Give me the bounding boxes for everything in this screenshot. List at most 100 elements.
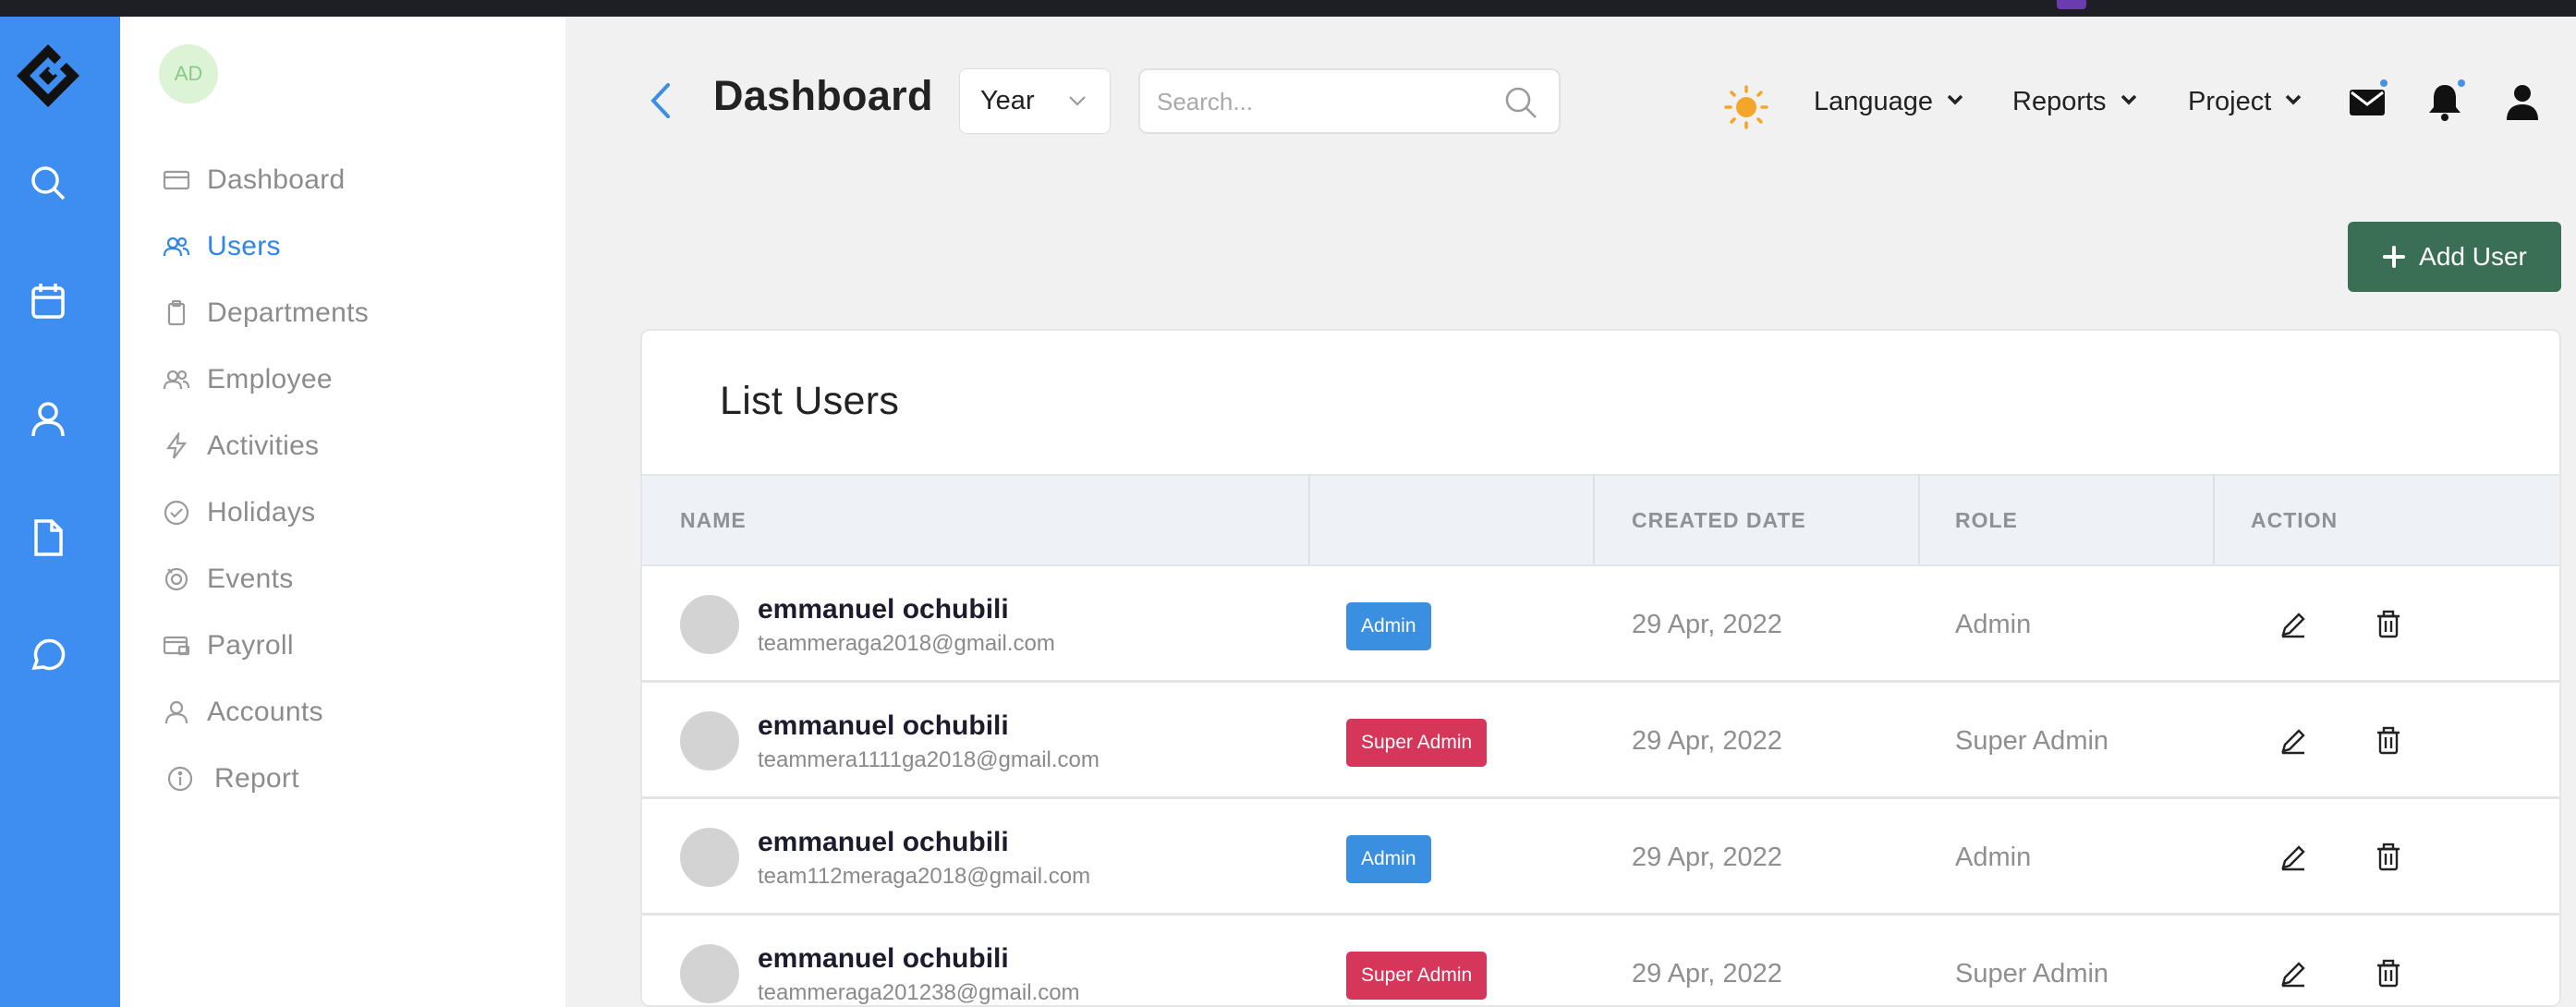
card-title: List Users — [720, 379, 900, 423]
column-divider — [1308, 476, 1310, 564]
sidebar-item-label: Dashboard — [207, 164, 346, 195]
sidebar-item-payroll[interactable]: Payroll — [161, 620, 549, 672]
user-role: Super Admin — [1955, 959, 2109, 989]
icon-rail — [0, 17, 120, 1007]
edit-icon[interactable] — [2278, 609, 2309, 640]
trash-icon[interactable] — [2373, 725, 2404, 757]
mail-icon[interactable] — [2347, 79, 2388, 122]
chevron-down-icon — [1946, 93, 1964, 111]
role-badge: Admin — [1346, 602, 1431, 650]
users-icon — [161, 231, 192, 262]
language-menu[interactable]: Language — [1814, 81, 1964, 122]
user-email: teammera1111ga2018@gmail.com — [758, 747, 1100, 772]
chevron-down-icon — [2120, 93, 2138, 111]
award-icon — [161, 564, 192, 595]
user-icon[interactable] — [27, 398, 69, 441]
created-date: 29 Apr, 2022 — [1632, 726, 1782, 756]
file-icon[interactable] — [27, 516, 69, 559]
logo-icon[interactable] — [13, 41, 83, 111]
column-divider — [2213, 476, 2215, 564]
role-badge: Super Admin — [1346, 952, 1488, 1000]
user-role: Super Admin — [1955, 726, 2109, 756]
users-icon — [161, 364, 192, 395]
sidebar-item-label: Users — [207, 231, 281, 261]
project-menu-label: Project — [2188, 86, 2272, 116]
page-title: Dashboard — [713, 72, 933, 119]
sidebar-item-users[interactable]: Users — [161, 221, 549, 273]
sidebar-item-dashboard[interactable]: Dashboard — [161, 154, 549, 206]
avatar[interactable]: AD — [159, 44, 218, 103]
table-row: emmanuel ochubili teammeraga201238@gmail… — [642, 916, 2559, 1005]
language-menu-label: Language — [1814, 86, 1934, 116]
trash-icon[interactable] — [2373, 609, 2404, 640]
sidebar-item-activities[interactable]: Activities — [161, 420, 549, 472]
user-avatar — [680, 711, 739, 770]
sidebar-item-label: Employee — [207, 364, 333, 394]
column-header-action: ACTION — [2251, 507, 2339, 532]
user-name: emmanuel ochubili — [758, 943, 1009, 974]
add-user-button[interactable]: Add User — [2348, 222, 2561, 292]
zap-icon — [161, 431, 192, 462]
reports-menu-label: Reports — [2012, 86, 2107, 116]
mail-notification-dot — [2380, 79, 2388, 87]
users-card: List Users NAME CREATED DATE ROLE ACTION… — [640, 329, 2561, 1007]
user-email: teammeraga201238@gmail.com — [758, 980, 1080, 1005]
user-icon — [161, 697, 192, 728]
sidebar-item-accounts[interactable]: Accounts — [161, 686, 549, 738]
back-chevron-icon[interactable] — [642, 78, 679, 124]
column-header-created-date: CREATED DATE — [1632, 507, 1806, 532]
user-name: emmanuel ochubili — [758, 827, 1009, 857]
edit-icon[interactable] — [2278, 725, 2309, 757]
user-name: emmanuel ochubili — [758, 594, 1009, 625]
column-divider — [1593, 476, 1595, 564]
sidebar-item-report[interactable]: Report — [161, 753, 549, 805]
sidebar-item-label: Holidays — [207, 497, 316, 528]
role-badge: Admin — [1346, 835, 1431, 883]
table-row: emmanuel ochubili teammera1111ga2018@gma… — [642, 683, 2559, 799]
sidebar-item-departments[interactable]: Departments — [161, 287, 549, 339]
edit-icon[interactable] — [2278, 842, 2309, 873]
notification-pill — [2057, 0, 2086, 9]
chevron-down-icon — [2284, 93, 2303, 111]
sidebar-item-label: Report — [214, 763, 299, 794]
credit-card-icon — [161, 630, 192, 661]
period-select-value: Year — [980, 86, 1035, 115]
search-icon[interactable] — [27, 162, 69, 204]
card-icon — [161, 164, 192, 196]
user-name: emmanuel ochubili — [758, 710, 1009, 741]
user-email: teammeraga2018@gmail.com — [758, 631, 1055, 656]
chat-icon[interactable] — [27, 635, 69, 677]
info-icon — [164, 763, 196, 795]
sidebar-item-label: Activities — [207, 431, 320, 461]
sidebar-item-holidays[interactable]: Holidays — [161, 487, 549, 539]
table-row: emmanuel ochubili team112meraga2018@gmai… — [642, 799, 2559, 916]
user-email: team112meraga2018@gmail.com — [758, 864, 1091, 889]
column-header-role: ROLE — [1955, 507, 2018, 532]
user-role: Admin — [1955, 610, 2032, 639]
sidebar-item-label: Accounts — [207, 697, 323, 727]
project-menu[interactable]: Project — [2188, 81, 2303, 122]
sidebar-item-employee[interactable]: Employee — [161, 354, 549, 406]
check-circle-icon — [161, 497, 192, 528]
user-avatar — [680, 944, 739, 1003]
created-date: 29 Apr, 2022 — [1632, 843, 1782, 872]
add-user-label: Add User — [2419, 242, 2527, 271]
sidebar-item-label: Payroll — [207, 630, 294, 661]
sidebar: AD Dashboard Users Departments Employee … — [120, 17, 565, 1007]
calendar-icon[interactable] — [27, 280, 69, 322]
reports-menu[interactable]: Reports — [2012, 81, 2138, 122]
user-avatar — [680, 595, 739, 654]
sidebar-item-events[interactable]: Events — [161, 553, 549, 605]
edit-icon[interactable] — [2278, 958, 2309, 989]
trash-icon[interactable] — [2373, 842, 2404, 873]
bell-icon[interactable] — [2424, 79, 2465, 122]
trash-icon[interactable] — [2373, 958, 2404, 989]
table-row: emmanuel ochubili teammeraga2018@gmail.c… — [642, 566, 2559, 683]
created-date: 29 Apr, 2022 — [1632, 610, 1782, 639]
column-header-name: NAME — [680, 507, 747, 532]
search-icon[interactable] — [1503, 85, 1538, 120]
search-input[interactable] — [1157, 85, 1489, 118]
period-select[interactable]: Year — [959, 68, 1111, 134]
sun-icon[interactable] — [1722, 83, 1770, 131]
profile-icon[interactable] — [2502, 81, 2543, 122]
